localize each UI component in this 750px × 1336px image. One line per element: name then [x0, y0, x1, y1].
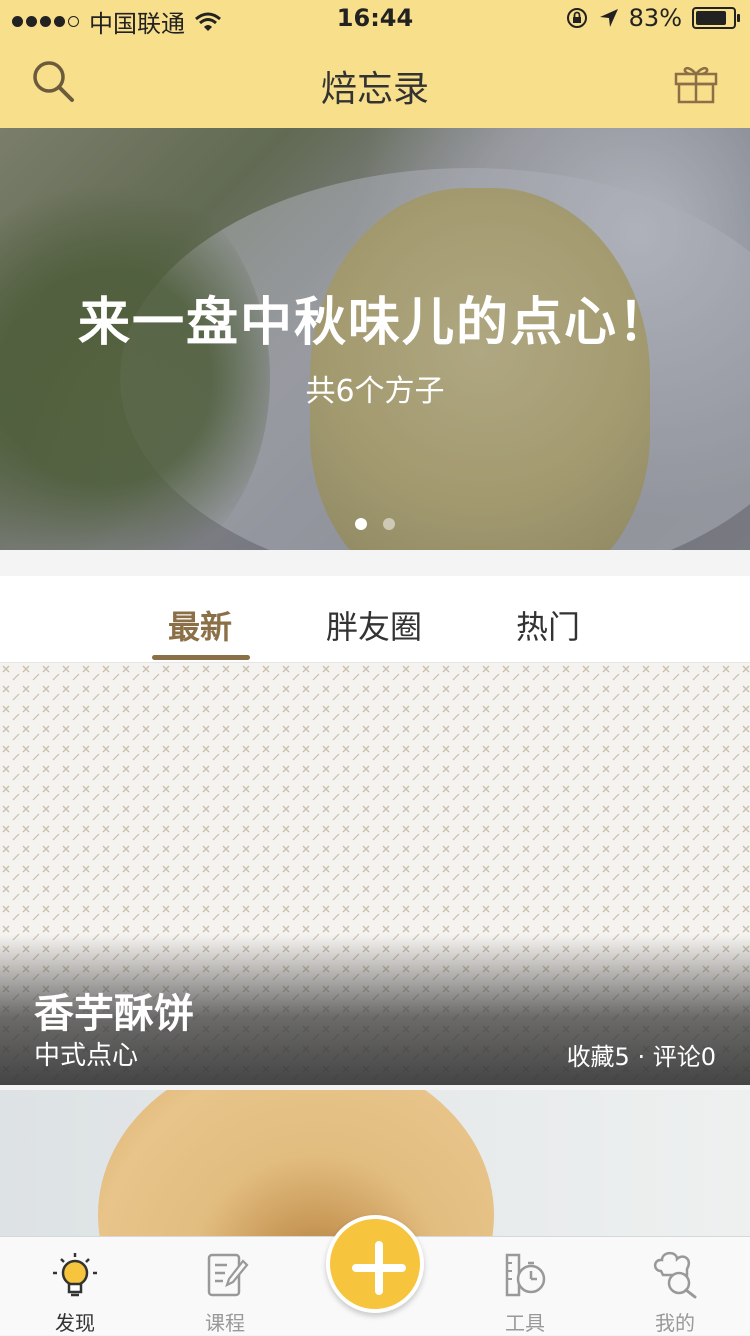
tabbar-tools[interactable]: 工具	[450, 1237, 600, 1335]
tabbar-discover[interactable]: 发现	[0, 1237, 150, 1335]
lightbulb-icon	[53, 1253, 97, 1297]
plus-icon	[352, 1241, 406, 1295]
tabbar-courses[interactable]: 课程	[150, 1237, 300, 1335]
gift-button[interactable]	[672, 58, 720, 106]
tabbar-label-tools: 工具	[505, 1311, 545, 1335]
tabbar-label-courses: 课程	[205, 1311, 245, 1335]
nav-bar: 焙忘录	[0, 40, 750, 128]
banner-headline: 来一盘中秋味儿的点心！	[77, 293, 672, 353]
rotation-lock-icon	[566, 8, 587, 28]
recipe-name: 香芋酥饼	[34, 991, 194, 1037]
banner-subtitle: 共6个方子	[305, 374, 445, 409]
tab-indicator	[152, 655, 250, 660]
banner-pager	[0, 518, 750, 530]
battery-percent: 83%	[628, 4, 682, 32]
notebook-icon	[207, 1253, 249, 1297]
pager-dot-2[interactable]	[383, 518, 395, 530]
recipe-card[interactable]: 香芋酥饼 中式点心 收藏5 · 评论0	[0, 663, 750, 1085]
recipe-stats: 收藏5 · 评论0	[566, 1043, 716, 1071]
tabbar-label-discover: 发现	[55, 1311, 95, 1335]
cake-image	[98, 1090, 494, 1236]
tabbar-me[interactable]: 我的	[600, 1237, 750, 1335]
tab-latest[interactable]: 最新	[168, 602, 232, 648]
status-bar: 中国联通 16:44 83%	[0, 0, 750, 40]
tab-friends[interactable]: 胖友圈	[326, 602, 422, 648]
page-title: 焙忘录	[320, 68, 429, 109]
battery-icon	[692, 7, 740, 29]
status-right: 83%	[565, 4, 740, 32]
timer-icon	[505, 1253, 546, 1297]
tab-hot[interactable]: 热门	[516, 602, 580, 648]
featured-banner[interactable]: 来一盘中秋味儿的点心！ 共6个方子	[0, 128, 750, 550]
location-arrow-icon	[599, 9, 618, 27]
add-recipe-button[interactable]	[326, 1215, 424, 1313]
pager-dot-1[interactable]	[355, 518, 367, 530]
chef-icon	[653, 1251, 697, 1299]
recipe-category: 中式点心	[34, 1041, 139, 1071]
feed-tabs: 最新 胖友圈 热门	[0, 576, 750, 663]
tabbar-label-me: 我的	[655, 1311, 695, 1335]
gift-icon	[674, 66, 718, 104]
